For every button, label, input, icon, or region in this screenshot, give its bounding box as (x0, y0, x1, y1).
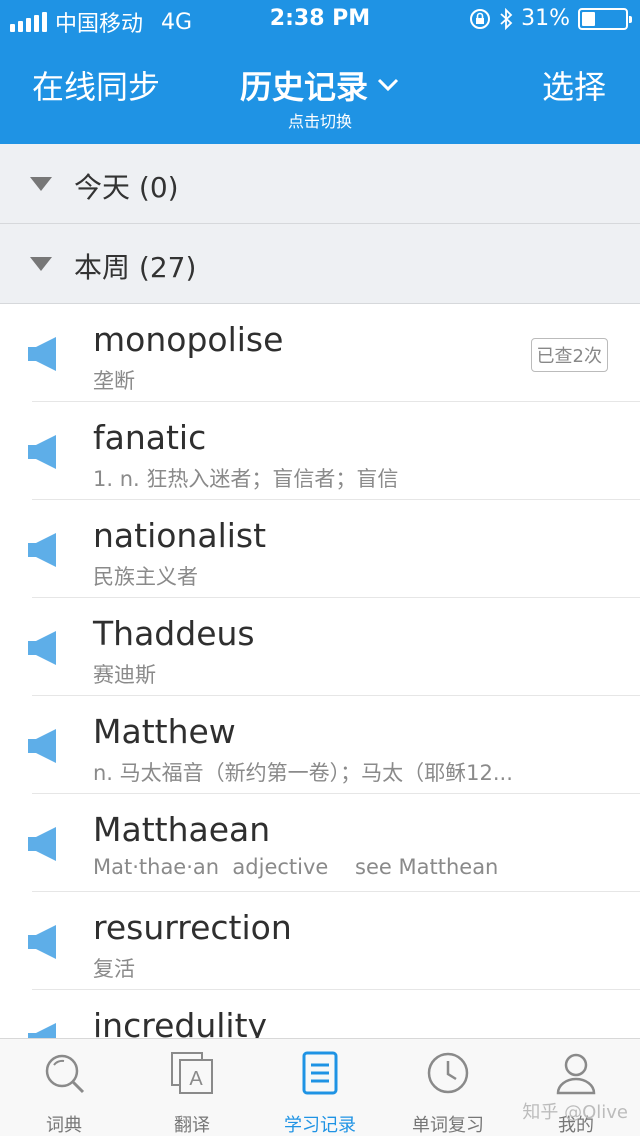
entry-definition: 复活 (93, 957, 135, 981)
list-item[interactable]: fanatic 1. n. 狂热入迷者；盲信者；盲信 (0, 402, 640, 500)
speaker-icon[interactable] (26, 1021, 58, 1038)
lookup-count-badge: 已查2次 (530, 338, 608, 372)
tab-translate[interactable]: A 翻译 (128, 1039, 256, 1136)
entry-definition: Mat·thae·an adjective see Matthean (93, 855, 499, 879)
entry-word: monopolise (93, 320, 284, 359)
list-item[interactable]: resurrection 复活 (0, 892, 640, 990)
speaker-icon[interactable] (26, 629, 58, 671)
search-icon (45, 1054, 85, 1094)
history-list[interactable]: monopolise 垄断 已查2次 fanatic 1. n. 狂热入迷者；盲… (0, 304, 640, 1038)
section-label: 本周 (27) (74, 251, 197, 284)
svg-text:A: A (189, 1068, 203, 1090)
triangle-down-icon (30, 257, 52, 271)
tab-dictionary[interactable]: 词典 (0, 1039, 128, 1136)
triangle-down-icon (30, 177, 52, 191)
speaker-icon[interactable] (26, 923, 58, 965)
chevron-down-icon (377, 78, 399, 92)
entry-word: Matthaean (93, 810, 271, 849)
tab-label: 词典 (46, 1115, 82, 1136)
tab-label: 翻译 (174, 1115, 210, 1136)
entry-word: resurrection (93, 908, 292, 947)
entry-word: fanatic (93, 418, 207, 457)
list-item[interactable]: Matthew n. 马太福音（新约第一卷）；马太（耶稣12... (0, 696, 640, 794)
speaker-icon[interactable] (26, 335, 58, 377)
tab-word-review[interactable]: 单词复习 (384, 1039, 512, 1136)
entry-word: incredulity (93, 1006, 268, 1038)
entry-word: Thaddeus (93, 614, 255, 653)
page-subtitle: 点击切换 (287, 112, 352, 131)
speaker-icon[interactable] (26, 433, 58, 475)
top-header: 中国移动 4G 2:38 PM 31% 在线同步 历史记录 点击切换 选择 (0, 0, 640, 144)
speaker-icon[interactable] (26, 531, 58, 573)
watermark: 知乎 @Olive (522, 1102, 628, 1123)
clock-icon (427, 1052, 469, 1094)
speaker-icon[interactable] (26, 727, 58, 769)
section-label: 今天 (0) (74, 171, 179, 204)
entry-word: nationalist (93, 516, 267, 555)
translate-icon: A (171, 1052, 213, 1094)
orientation-lock-icon (470, 8, 491, 29)
list-item[interactable]: Matthaean Mat·thae·an adjective see Matt… (0, 794, 640, 892)
entry-word: Matthew (93, 712, 236, 751)
battery-icon (578, 7, 632, 30)
page-title: 历史记录 (239, 68, 368, 106)
tab-label: 单词复习 (412, 1115, 484, 1136)
status-bar: 中国移动 4G 2:38 PM 31% (0, 0, 640, 40)
entry-definition: 民族主义者 (93, 565, 198, 589)
list-item[interactable]: monopolise 垄断 已查2次 (0, 304, 640, 402)
list-item[interactable]: Thaddeus 赛迪斯 (0, 598, 640, 696)
tab-study-records[interactable]: 学习记录 (256, 1039, 384, 1136)
tab-label: 学习记录 (284, 1115, 356, 1136)
bluetooth-icon (500, 7, 513, 30)
select-button[interactable]: 选择 (542, 62, 606, 108)
entry-definition: n. 马太福音（新约第一卷）；马太（耶稣12... (93, 761, 513, 785)
list-item[interactable]: incredulity (0, 990, 640, 1038)
entry-definition: 垄断 (93, 369, 135, 393)
battery-percent: 31% (521, 6, 570, 31)
speaker-icon[interactable] (26, 825, 58, 867)
entry-definition: 赛迪斯 (93, 663, 156, 687)
list-item[interactable]: nationalist 民族主义者 (0, 500, 640, 598)
entry-definition: 1. n. 狂热入迷者；盲信者；盲信 (93, 467, 399, 491)
section-week[interactable]: 本周 (27) (0, 224, 640, 304)
document-icon (302, 1051, 338, 1095)
section-today[interactable]: 今天 (0) (0, 144, 640, 224)
status-right: 31% (469, 6, 632, 31)
person-icon (556, 1053, 596, 1095)
